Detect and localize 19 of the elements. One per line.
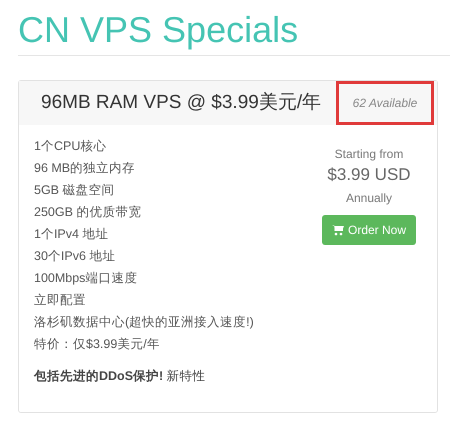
feature-text: 96 MB的独立内存: [34, 160, 136, 177]
feature-text: 1个CPU核心: [34, 138, 108, 155]
feature-text: 5GB 磁盘空间: [34, 182, 116, 199]
price-text: $3.99 USD: [327, 164, 411, 186]
page-title: CN VPS Specials: [18, 8, 298, 52]
feature-text: 立即配置: [34, 292, 87, 309]
pricing-prefix: Starting from: [334, 146, 404, 163]
product-name: 96MB RAM VPS @ $3.99美元/年: [41, 90, 322, 115]
feature-text: 洛杉矶数据中心(超快的亚洲接入速度!): [34, 314, 255, 331]
billing-cycle: Annually: [346, 190, 392, 207]
availability-label: 62 Available: [336, 81, 434, 125]
feature-text: 100Mbps端口速度: [34, 270, 138, 287]
ddos-note: 包括先进的DDoS保护! 新特性: [34, 368, 207, 385]
feature-text: 250GB 的优质带宽: [34, 204, 142, 221]
feature-text: 1个IPv4 地址: [34, 226, 110, 243]
cart-icon: [332, 224, 344, 236]
feature-text: 30个IPv6 地址: [34, 248, 116, 265]
order-button[interactable]: Order Now: [322, 215, 416, 245]
feature-text: 特价：仅$3.99美元/年: [34, 336, 161, 353]
